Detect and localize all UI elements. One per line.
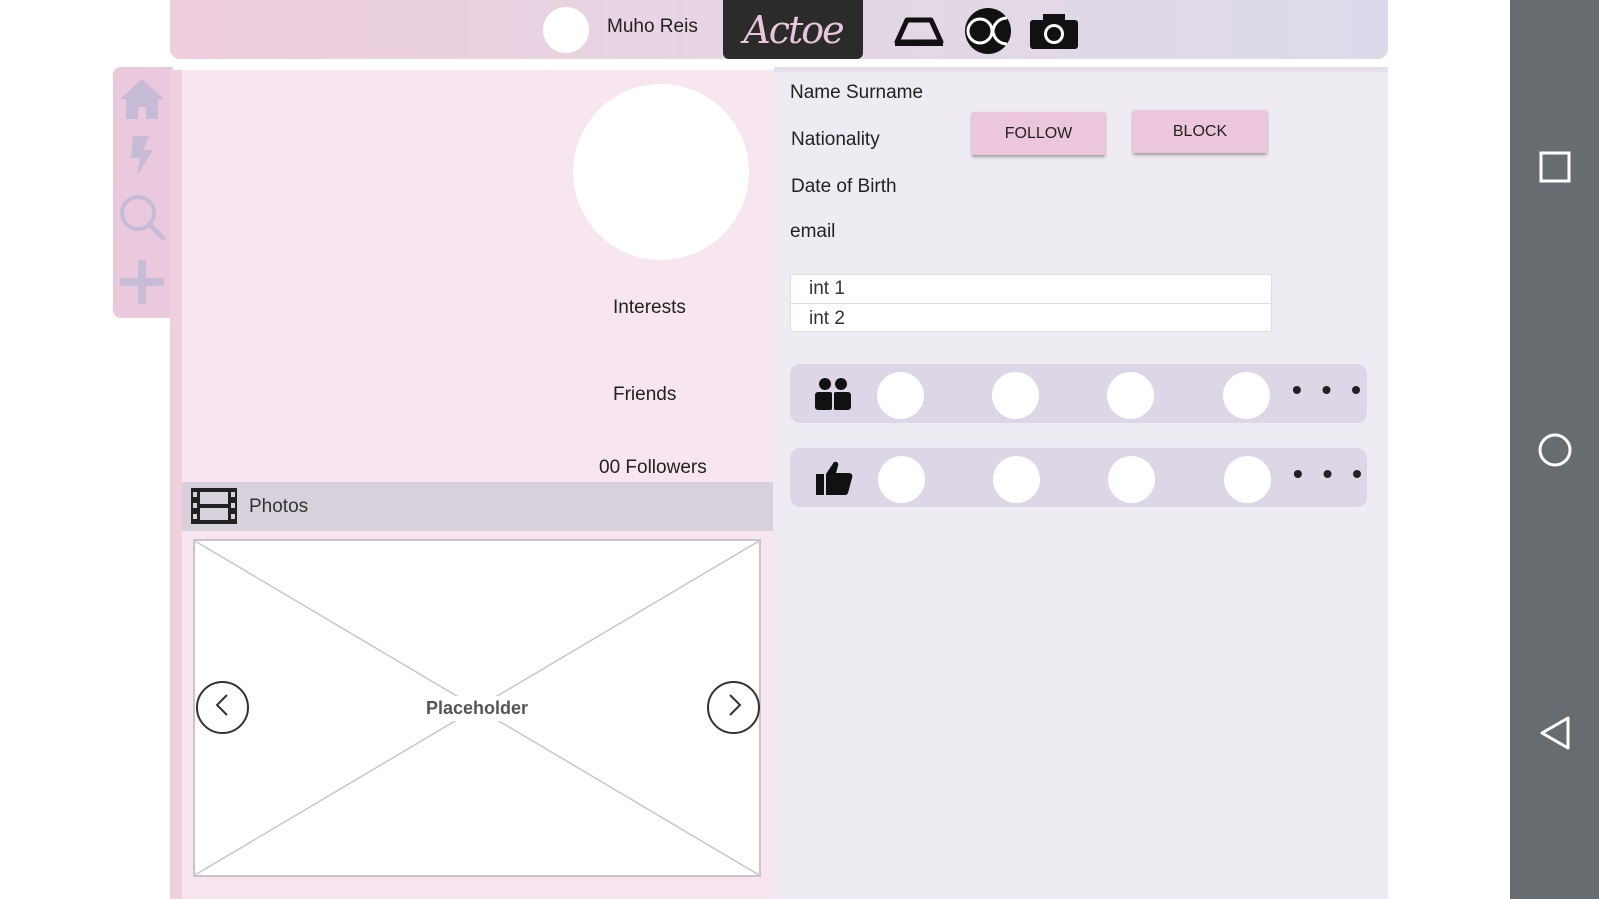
list-item[interactable]: int 2 [791,304,1271,333]
friend-avatar[interactable] [1107,372,1154,419]
block-button[interactable]: BLOCK [1133,110,1267,153]
interests-list: int 1 int 2 [790,274,1272,332]
recent-apps-icon[interactable] [1530,142,1580,192]
carousel-prev-button[interactable] [196,681,249,734]
like-avatar[interactable] [1224,456,1271,503]
avatar[interactable] [543,7,589,53]
plus-icon[interactable] [116,256,168,308]
film-icon [190,487,238,530]
email-field: email [790,221,836,242]
list-item[interactable]: int 1 [791,275,1271,304]
placeholder-label: Placeholder [195,541,759,875]
thumbs-up-icon [815,460,853,501]
right-panel-top-edge [774,67,1388,72]
followers-count: 00 Followers [599,457,707,478]
home-circle-icon[interactable] [1530,425,1580,475]
name-field: Name Surname [790,82,924,103]
friends-label: Friends [613,384,677,405]
home-icon[interactable] [116,73,168,125]
like-avatar[interactable] [1108,456,1155,503]
camera-icon[interactable] [1027,8,1081,54]
friends-more-button[interactable]: • • • [1292,374,1367,406]
like-avatar[interactable] [878,456,925,503]
chevron-left-icon [213,693,233,722]
chevron-right-icon [724,693,744,722]
profile-picture[interactable] [573,84,749,260]
back-icon[interactable] [1530,708,1580,758]
photo-carousel[interactable]: Placeholder [193,539,761,877]
friend-avatar[interactable] [1223,372,1270,419]
photos-label: Photos [249,496,309,517]
app-logo[interactable]: Actoe [723,0,863,59]
likes-more-button[interactable]: • • • [1293,458,1368,490]
hat-icon[interactable] [892,8,946,54]
lightning-icon[interactable] [116,130,168,182]
follow-button[interactable]: FOLLOW [972,112,1105,155]
friend-avatar[interactable] [877,372,924,419]
friend-avatar[interactable] [992,372,1039,419]
friends-icon [814,377,852,416]
dob-field: Date of Birth [791,176,897,197]
username-label: Muho Reis [607,16,698,37]
brand-circle-icon[interactable] [961,8,1015,54]
nationality-field: Nationality [791,129,880,150]
carousel-next-button[interactable] [707,681,760,734]
search-icon[interactable] [116,191,168,243]
logo-text: Actoe [743,7,844,52]
left-panel-border [170,70,182,899]
likes-strip [790,448,1367,507]
like-avatar[interactable] [993,456,1040,503]
interests-label: Interests [613,297,686,318]
